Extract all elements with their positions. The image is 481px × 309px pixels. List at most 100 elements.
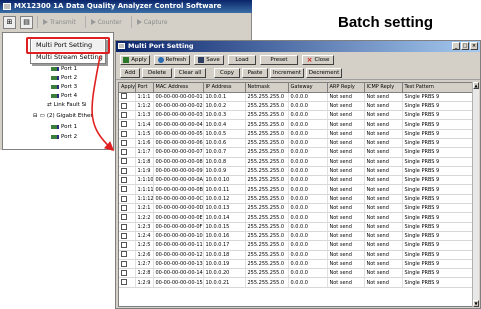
apply-checkbox[interactable] <box>121 204 127 211</box>
table-row[interactable]: 1:1:8 00-00-00-00-00-08 10.0.0.8 255.255.25… <box>119 157 472 167</box>
table-cell[interactable]: 10.0.0.14 <box>203 212 246 223</box>
tree-item-port-1[interactable]: Port 1 <box>51 66 77 72</box>
table-cell[interactable]: 00-00-00-00-00-07 <box>153 147 204 158</box>
table-row[interactable]: 1:2:2 00-00-00-00-00-0E 10.0.0.14 255.255.2… <box>119 212 472 223</box>
table-cell[interactable]: 00-00-00-00-00-13 <box>153 259 204 270</box>
table-cell[interactable]: Not send <box>364 222 403 232</box>
table-row[interactable]: 1:2:4 00-00-00-00-00-10 10.0.0.16 255.255.2… <box>119 231 472 242</box>
table-row[interactable]: 1:1:2 00-00-00-00-00-02 10.0.0.2 255.255.25… <box>119 101 472 112</box>
table-cell[interactable]: 1:2:3 <box>135 222 154 232</box>
table-cell[interactable]: Single PRBS 9 <box>402 231 472 242</box>
table-cell[interactable]: Not send <box>364 184 403 195</box>
table-cell[interactable]: Not send <box>364 129 403 140</box>
table-row[interactable]: 1:2:9 00-00-00-00-00-15 10.0.0.21 255.255.2… <box>119 277 472 288</box>
network-icon[interactable]: ⊞ <box>3 15 16 29</box>
table-cell[interactable]: 00-00-00-00-00-15 <box>153 277 204 288</box>
table-cell[interactable]: 10.0.0.15 <box>203 222 246 232</box>
table-cell[interactable]: 1:2:2 <box>135 212 154 223</box>
apply-checkbox[interactable] <box>121 195 127 202</box>
table-cell[interactable]: Not send <box>364 110 403 121</box>
table-cell[interactable]: 0.0.0.0 <box>288 138 328 149</box>
table-cell[interactable]: 1:1:4 <box>135 119 154 130</box>
table-cell[interactable]: 1:1:9 <box>135 166 154 177</box>
table-cell[interactable]: 0.0.0.0 <box>288 212 328 223</box>
tree-item-port-2b[interactable]: Port 2 <box>51 134 77 140</box>
table-cell[interactable]: Single PRBS 9 <box>402 157 472 167</box>
table-cell[interactable]: 0.0.0.0 <box>288 92 328 102</box>
table-cell[interactable]: Single PRBS 9 <box>402 194 472 205</box>
table-cell[interactable]: 0.0.0.0 <box>288 268 328 279</box>
table-cell[interactable]: 10.0.0.4 <box>203 119 246 130</box>
table-cell[interactable]: 1:1:6 <box>135 138 154 149</box>
table-cell[interactable]: 0.0.0.0 <box>288 166 328 177</box>
table-row[interactable]: 1:2:1 00-00-00-00-00-0D 10.0.0.13 255.255.2… <box>119 203 472 214</box>
apply-checkbox[interactable] <box>121 158 127 165</box>
table-cell[interactable]: 255.255.255.0 <box>245 157 289 167</box>
table-cell[interactable]: Single PRBS 9 <box>402 175 472 186</box>
tree-item-port-2[interactable]: Port 2 <box>51 75 77 81</box>
table-cell[interactable]: 1:1:7 <box>135 147 154 158</box>
table-cell[interactable]: Single PRBS 9 <box>402 277 472 288</box>
table-cell[interactable]: 255.255.255.0 <box>245 175 289 186</box>
table-cell[interactable]: 10.0.0.16 <box>203 231 246 242</box>
apply-checkbox[interactable] <box>121 93 127 100</box>
table-cell[interactable]: 0.0.0.0 <box>288 110 328 121</box>
table-cell[interactable]: 0.0.0.0 <box>288 101 328 112</box>
table-cell[interactable]: 1:2:9 <box>135 277 154 288</box>
table-cell[interactable]: 1:2:1 <box>135 203 154 214</box>
table-cell[interactable]: 10.0.0.3 <box>203 110 246 121</box>
table-cell[interactable]: 00-00-00-00-00-0C <box>153 194 204 205</box>
apply-button[interactable]: Apply <box>120 55 150 65</box>
table-cell[interactable]: 00-00-00-00-00-04 <box>153 119 204 130</box>
table-cell[interactable]: 00-00-00-00-00-0F <box>153 222 204 232</box>
table-cell[interactable]: 0.0.0.0 <box>288 203 328 214</box>
table-row[interactable]: 1:2:6 00-00-00-00-00-12 10.0.0.18 255.255.2… <box>119 250 472 260</box>
tree-item-gigabit-ethernet[interactable]: ⊟ ▭ (2) Gigabit Ether <box>33 113 93 119</box>
tree-item-port-4[interactable]: Port 4 <box>51 93 77 99</box>
table-cell[interactable]: 1:1:3 <box>135 110 154 121</box>
table-cell[interactable]: Not send <box>327 222 365 232</box>
table-cell[interactable]: 1:2:7 <box>135 259 154 270</box>
table-cell[interactable]: 255.255.255.0 <box>245 110 289 121</box>
table-cell[interactable]: 00-00-00-00-00-12 <box>153 250 204 260</box>
table-cell[interactable]: 0.0.0.0 <box>288 222 328 232</box>
table-cell[interactable]: 00-00-00-00-00-0A <box>153 175 204 186</box>
table-cell[interactable]: 00-00-00-00-00-0E <box>153 212 204 223</box>
table-cell[interactable]: Not send <box>364 166 403 177</box>
table-row[interactable]: 1:2:3 00-00-00-00-00-0F 10.0.0.15 255.255.2… <box>119 222 472 232</box>
table-cell[interactable]: 1:2:5 <box>135 240 154 251</box>
table-cell[interactable]: Not send <box>364 277 403 288</box>
load-button[interactable]: Load <box>228 55 256 65</box>
table-cell[interactable]: 10.0.0.9 <box>203 166 246 177</box>
table-row[interactable]: 1:1:1 00-00-00-00-00-01 10.0.0.1 255.255.25… <box>119 92 472 102</box>
table-cell[interactable]: 10.0.0.5 <box>203 129 246 140</box>
table-row[interactable]: 1:1:7 00-00-00-00-00-07 10.0.0.7 255.255.25… <box>119 147 472 158</box>
apply-checkbox[interactable] <box>121 223 127 230</box>
scroll-down-arrow-icon[interactable]: ▼ <box>473 300 479 307</box>
apply-checkbox[interactable] <box>121 139 127 146</box>
table-row[interactable]: 1:2:5 00-00-00-00-00-11 10.0.0.17 255.255.2… <box>119 240 472 251</box>
table-cell[interactable]: 10.0.0.13 <box>203 203 246 214</box>
table-cell[interactable]: Not send <box>327 240 365 251</box>
table-cell[interactable]: 10.0.0.21 <box>203 277 246 288</box>
table-cell[interactable]: Single PRBS 9 <box>402 212 472 223</box>
table-cell[interactable]: Not send <box>364 194 403 205</box>
table-cell[interactable]: Single PRBS 9 <box>402 147 472 158</box>
table-cell[interactable]: 0.0.0.0 <box>288 277 328 288</box>
capture-button[interactable]: Capture <box>130 16 173 28</box>
table-cell[interactable]: 00-00-00-00-00-09 <box>153 166 204 177</box>
table-cell[interactable]: Single PRBS 9 <box>402 184 472 195</box>
table-cell[interactable]: 255.255.255.0 <box>245 212 289 223</box>
table-cell[interactable]: 00-00-00-00-00-0B <box>153 184 204 195</box>
table-cell[interactable]: Single PRBS 9 <box>402 250 472 260</box>
table-cell[interactable]: Single PRBS 9 <box>402 166 472 177</box>
table-cell[interactable]: 255.255.255.0 <box>245 138 289 149</box>
increment-button[interactable]: Increment <box>270 68 304 78</box>
table-cell[interactable]: Not send <box>327 231 365 242</box>
table-cell[interactable]: Not send <box>364 212 403 223</box>
table-cell[interactable]: 255.255.255.0 <box>245 194 289 205</box>
table-cell[interactable]: 10.0.0.1 <box>203 92 246 102</box>
table-row[interactable]: 1:1:3 00-00-00-00-00-03 10.0.0.3 255.255.25… <box>119 110 472 121</box>
table-cell[interactable]: 00-00-00-00-00-10 <box>153 231 204 242</box>
apply-checkbox[interactable] <box>121 167 127 174</box>
